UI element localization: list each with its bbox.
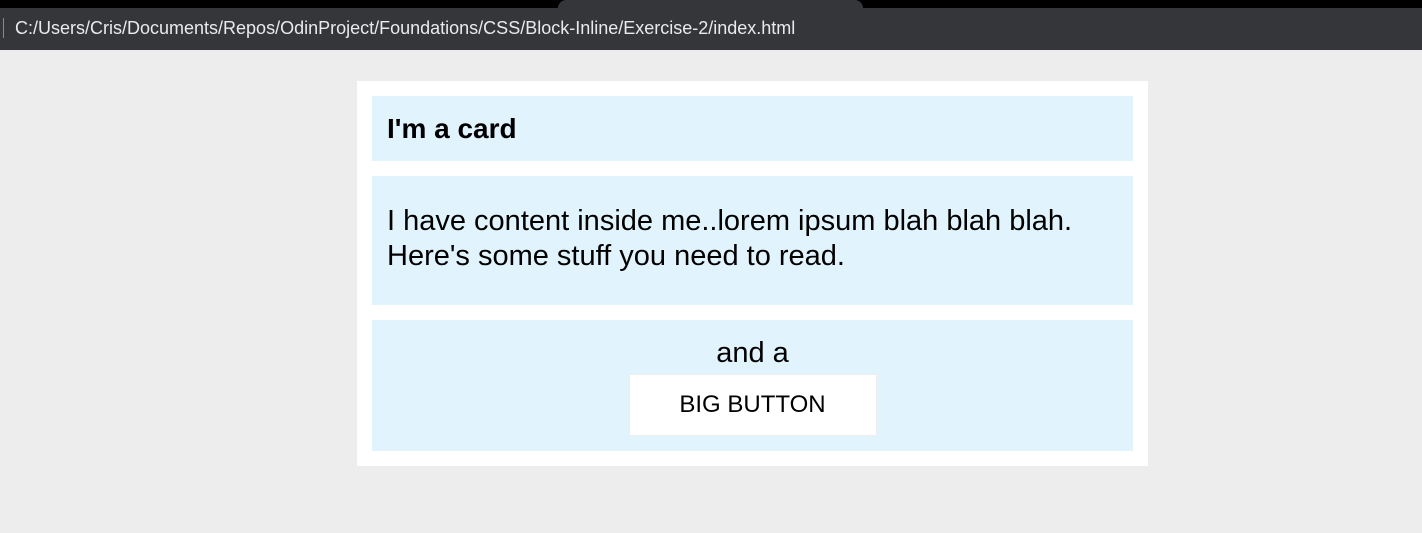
browser-address-bar[interactable]: C:/Users/Cris/Documents/Repos/OdinProjec…	[0, 8, 1422, 50]
card: I'm a card I have content inside me..lor…	[357, 81, 1148, 466]
page-viewport: I'm a card I have content inside me..lor…	[0, 50, 1422, 533]
big-button[interactable]: BIG BUTTON	[628, 374, 877, 436]
card-footer: and a BIG BUTTON	[372, 320, 1133, 451]
active-browser-tab[interactable]	[558, 0, 863, 8]
card-body-text: I have content inside me..lorem ipsum bl…	[387, 205, 1073, 272]
card-header: I'm a card	[372, 96, 1133, 161]
address-url[interactable]: C:/Users/Cris/Documents/Repos/OdinProjec…	[15, 17, 795, 39]
browser-tab-strip	[0, 0, 1422, 8]
card-footer-text: and a	[716, 337, 789, 369]
address-bar-divider	[3, 18, 4, 38]
card-body: I have content inside me..lorem ipsum bl…	[372, 176, 1133, 305]
card-title: I'm a card	[387, 113, 517, 144]
